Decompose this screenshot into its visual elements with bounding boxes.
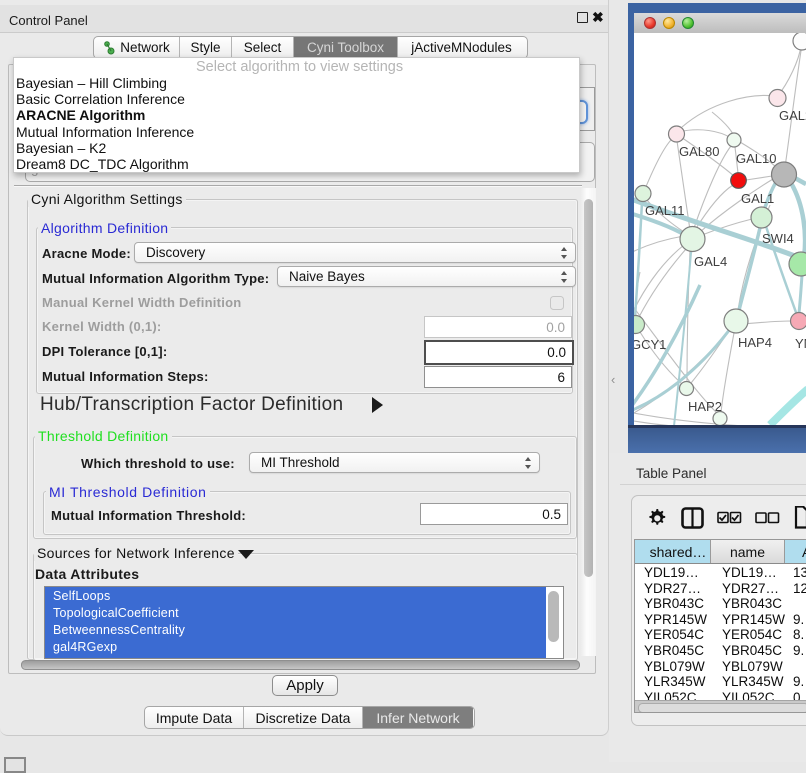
svg-text:GAL4: GAL4 xyxy=(694,254,727,269)
svg-text:GCY1: GCY1 xyxy=(634,337,666,352)
svg-text:GAL10: GAL10 xyxy=(736,151,776,166)
svg-text:GAL80: GAL80 xyxy=(679,144,719,159)
svg-text:GAL1: GAL1 xyxy=(741,191,774,206)
svg-text:YM: YM xyxy=(795,336,806,351)
svg-text:SWI4: SWI4 xyxy=(762,231,794,246)
svg-text:GAL11: GAL11 xyxy=(645,203,685,218)
svg-text:GAL2: GAL2 xyxy=(779,108,806,123)
svg-text:HAP4: HAP4 xyxy=(738,335,772,350)
svg-text:HAP2: HAP2 xyxy=(688,399,722,414)
